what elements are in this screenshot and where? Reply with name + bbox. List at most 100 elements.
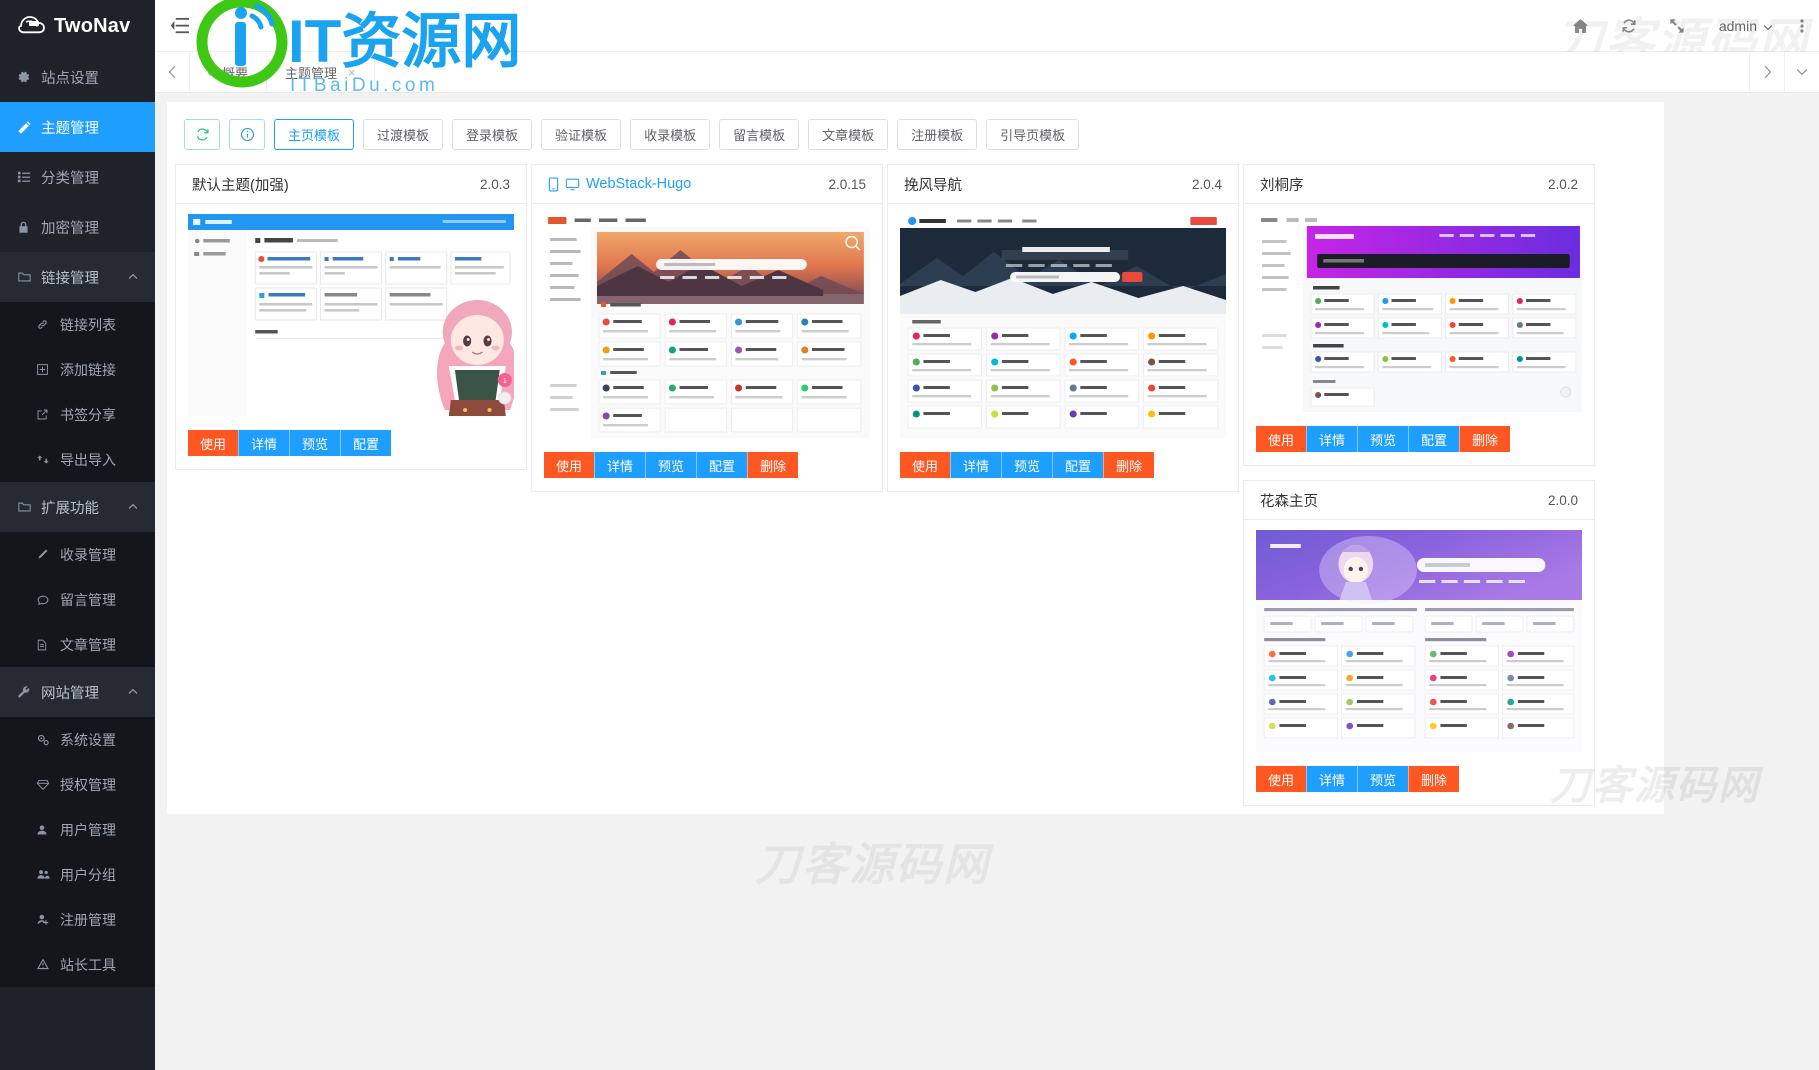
brand-name: TwoNav (54, 14, 131, 37)
use-button[interactable]: 使用 (544, 452, 595, 478)
preview-button[interactable]: 预览 (1357, 766, 1409, 792)
sidebar-submenu-extensions: 收录管理 留言管理 文章管理 (0, 532, 155, 667)
card-body (888, 204, 1238, 446)
sidebar-group-label: 链接管理 (41, 270, 99, 287)
cloud-leaf-logo-icon (17, 13, 45, 39)
more-vertical-icon[interactable] (1785, 0, 1819, 52)
details-button[interactable]: 详情 (238, 430, 290, 456)
theme-thumbnail[interactable]: 1 (188, 214, 514, 416)
user-name: admin (1718, 17, 1757, 34)
sidebar-item-webmaster-tools[interactable]: 站长工具 (0, 942, 155, 987)
sidebar-group-link-management[interactable]: 链接管理 (0, 252, 155, 302)
template-toolbar: 主页模板 过渡模板 登录模板 验证模板 收录模板 留言模板 文章模板 注册模板 … (167, 102, 1664, 150)
card-actions: 使用 详情 预览 配置 (176, 424, 526, 469)
tab-overview[interactable]: 概要 (190, 52, 268, 92)
card-title-wrapper[interactable]: WebStack-Hugo (548, 176, 691, 192)
sidebar-group-extensions[interactable]: 扩展功能 (0, 482, 155, 532)
config-button[interactable]: 配置 (1408, 426, 1460, 452)
theme-thumbnail[interactable] (1256, 530, 1582, 752)
card-title: 刘桐序 (1260, 177, 1304, 194)
sidebar-item-collection-management[interactable]: 收录管理 (0, 532, 155, 577)
refresh-button[interactable] (184, 119, 220, 150)
tab-prev-button[interactable] (155, 52, 190, 92)
config-button[interactable]: 配置 (696, 452, 748, 478)
sidebar-submenu-link: 链接列表 添加链接 书签分享 导出导入 (0, 302, 155, 482)
sidebar-item-theme-management[interactable]: 主题管理 (0, 102, 155, 152)
sidebar-item-user-groups[interactable]: 用户分组 (0, 852, 155, 897)
details-button[interactable]: 详情 (1306, 766, 1358, 792)
delete-button[interactable]: 删除 (1103, 452, 1155, 478)
theme-card-webstack-hugo: WebStack-Hugo 2.0.15 使用 详情 预览 配置 删除 (531, 164, 883, 492)
sidebar-item-message-management[interactable]: 留言管理 (0, 577, 155, 622)
brand-logo[interactable]: TwoNav (0, 0, 155, 52)
sidebar-item-encryption-management[interactable]: 加密管理 (0, 202, 155, 252)
theme-thumbnail[interactable] (1256, 214, 1582, 412)
sidebar-item-article-management[interactable]: 文章管理 (0, 622, 155, 667)
theme-thumbnail[interactable] (544, 214, 870, 438)
info-button[interactable] (229, 119, 265, 150)
mobile-icon (548, 177, 559, 192)
tab-label: 概要 (222, 65, 249, 81)
use-button[interactable]: 使用 (1256, 766, 1307, 792)
config-button[interactable]: 配置 (1052, 452, 1104, 478)
use-button[interactable]: 使用 (900, 452, 951, 478)
card-body (1244, 204, 1594, 420)
config-button[interactable]: 配置 (340, 430, 392, 456)
template-tab-guide[interactable]: 引导页模板 (986, 119, 1080, 150)
content-area: 刀客源码网 主页模板 过渡模板 登录模板 验证模板 收录模板 留言模板 文章模板… (155, 93, 1819, 1070)
details-button[interactable]: 详情 (1306, 426, 1358, 452)
tab-list: 概要 主题管理 × (190, 52, 1749, 92)
tab-status-dot (208, 68, 215, 76)
preview-button[interactable]: 预览 (645, 452, 697, 478)
sidebar-item-authorization-management[interactable]: 授权管理 (0, 762, 155, 807)
details-button[interactable]: 详情 (594, 452, 646, 478)
template-tab-register[interactable]: 注册模板 (897, 119, 978, 150)
card-version: 2.0.15 (828, 176, 866, 192)
fullscreen-icon[interactable] (1653, 0, 1701, 52)
sidebar-item-site-settings[interactable]: 站点设置 (0, 52, 155, 102)
sidebar-item-system-settings[interactable]: 系统设置 (0, 717, 155, 762)
delete-button[interactable]: 删除 (1408, 766, 1460, 792)
sidebar-item-export-import[interactable]: 导出导入 (0, 437, 155, 482)
close-icon[interactable]: × (348, 65, 356, 80)
users-icon (36, 868, 60, 881)
sidebar-item-category-management[interactable]: 分类管理 (0, 152, 155, 202)
template-tab-home[interactable]: 主页模板 (274, 119, 355, 150)
sidebar-item-bookmark-share[interactable]: 书签分享 (0, 392, 155, 437)
preview-button[interactable]: 预览 (1001, 452, 1053, 478)
tab-next-button[interactable] (1749, 52, 1784, 92)
preview-button[interactable]: 预览 (1357, 426, 1409, 452)
refresh-icon[interactable] (1605, 0, 1653, 52)
home-icon[interactable] (1557, 0, 1605, 52)
use-button[interactable]: 使用 (188, 430, 239, 456)
template-tab-collection[interactable]: 收录模板 (630, 119, 711, 150)
card-version: 2.0.2 (1547, 176, 1578, 192)
template-tab-article[interactable]: 文章模板 (808, 119, 889, 150)
delete-button[interactable]: 删除 (1459, 426, 1511, 452)
theme-thumbnail[interactable] (900, 214, 1226, 438)
template-tab-transition[interactable]: 过渡模板 (363, 119, 444, 150)
preview-button[interactable]: 预览 (289, 430, 341, 456)
watermark-middle: 刀客源码网 (755, 839, 991, 890)
sidebar-item-label: 文章管理 (60, 636, 116, 653)
user-icon (36, 823, 60, 837)
main-area: 刀客源码网 admin 概要 主题管理 × 刀客源码网 主页模板 过渡模板 登录… (155, 0, 1819, 1070)
tab-dropdown-button[interactable] (1784, 52, 1819, 92)
tab-theme-management[interactable]: 主题管理 × (267, 52, 375, 92)
template-tab-login[interactable]: 登录模板 (452, 119, 533, 150)
use-button[interactable]: 使用 (1256, 426, 1307, 452)
sidebar-item-user-management[interactable]: 用户管理 (0, 807, 155, 852)
delete-button[interactable]: 删除 (747, 452, 799, 478)
template-tab-message[interactable]: 留言模板 (719, 119, 800, 150)
sidebar-item-add-link[interactable]: 添加链接 (0, 347, 155, 392)
card-column-3: 挽风导航 2.0.4 使用 详情 预览 配置 删除 (887, 164, 1239, 506)
sidebar-item-registration-management[interactable]: 注册管理 (0, 897, 155, 942)
sidebar-group-website-management[interactable]: 网站管理 (0, 667, 155, 717)
sidebar-item-link-list[interactable]: 链接列表 (0, 302, 155, 347)
menu-collapse-icon[interactable] (155, 0, 203, 52)
user-menu[interactable]: admin (1707, 0, 1785, 52)
details-button[interactable]: 详情 (950, 452, 1002, 478)
theme-panel: 主页模板 过渡模板 登录模板 验证模板 收录模板 留言模板 文章模板 注册模板 … (167, 102, 1664, 814)
gear-icon (17, 70, 41, 84)
template-tab-verify[interactable]: 验证模板 (541, 119, 622, 150)
